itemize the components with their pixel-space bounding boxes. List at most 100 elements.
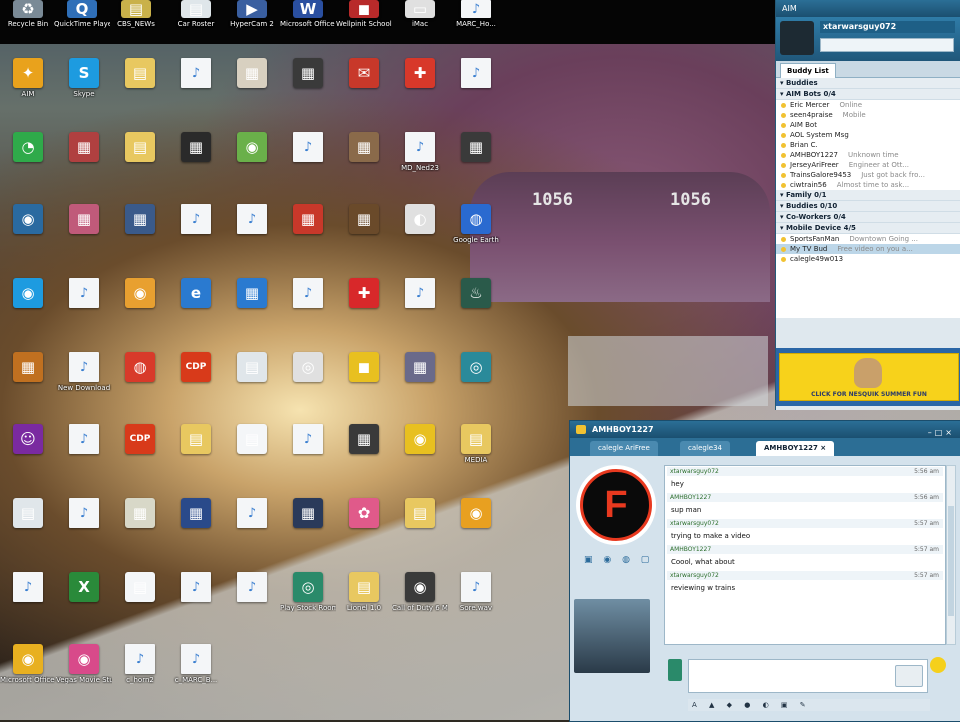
tab-other[interactable]: [834, 63, 846, 77]
chat-tab-2[interactable]: calegle34: [680, 441, 730, 456]
buddy-group[interactable]: ▾ AIM Bots 0/4: [776, 89, 960, 100]
desktop-icon[interactable]: ◍ Google Earth: [448, 204, 504, 244]
buddy-group[interactable]: ▾ Co-Workers 0/4: [776, 212, 960, 223]
chat-tab-active[interactable]: AMHBOY1227 ×: [756, 441, 835, 456]
desktop-icon[interactable]: ♪: [280, 424, 336, 456]
desktop-icon[interactable]: ◍: [112, 352, 168, 384]
desktop-icon[interactable]: ♪ c_horn2: [112, 644, 168, 684]
desktop-icon[interactable]: ◐: [392, 204, 448, 236]
desktop-icon[interactable]: ▦: [0, 352, 56, 384]
desktop-icon[interactable]: ▦: [56, 132, 112, 164]
desktop-icon[interactable]: ♪: [0, 572, 56, 604]
buddy-item[interactable]: AMHBOY1227 Unknown time: [776, 150, 960, 160]
desktop-icon[interactable]: ▦: [392, 352, 448, 384]
desktop-icon[interactable]: ♪: [392, 278, 448, 310]
desktop-icon[interactable]: ◉: [392, 424, 448, 456]
desktop-icon[interactable]: X: [56, 572, 112, 604]
desktop-icon[interactable]: ♨: [448, 278, 504, 310]
desktop-icon[interactable]: ▤: [112, 58, 168, 90]
desktop-icon[interactable]: ♪: [168, 572, 224, 604]
desktop-icon[interactable]: ▤ Lionel 1.0: [336, 572, 392, 612]
desktop-icon[interactable]: ▤: [224, 424, 280, 456]
desktop-icon[interactable]: ◉: [0, 204, 56, 236]
desktop-icon[interactable]: ▤: [224, 352, 280, 384]
desktop-icon[interactable]: ▦: [168, 498, 224, 530]
desktop-icon[interactable]: ♪ Sore.wav: [448, 572, 504, 612]
desktop-icon[interactable]: ▦: [280, 204, 336, 236]
desktop-icon[interactable]: ▦: [224, 278, 280, 310]
buddy-item[interactable]: calegle49w013: [776, 254, 960, 264]
buddy-item[interactable]: My TV Bud Free video on you a...: [776, 244, 960, 254]
desktop-icon[interactable]: ♪: [168, 204, 224, 236]
desktop-icon[interactable]: ▦: [112, 204, 168, 236]
buddy-icon[interactable]: F: [576, 465, 656, 545]
buddy-item[interactable]: JerseyAriFreer Engineer at Ott...: [776, 160, 960, 170]
format-toolbar[interactable]: A ▲ ◆ ● ◐ ▣ ✎: [688, 699, 930, 711]
desktop-icon[interactable]: ◉: [0, 278, 56, 310]
desktop-icon[interactable]: ◎: [448, 352, 504, 384]
desktop-icon[interactable]: ✚: [392, 58, 448, 90]
buddy-item[interactable]: Brian C.: [776, 140, 960, 150]
desktop-icon[interactable]: ◎ Play Stock Room &...: [280, 572, 336, 612]
desktop-icon[interactable]: ▦: [448, 132, 504, 164]
desktop-icon[interactable]: ♪: [168, 58, 224, 90]
desktop-icon[interactable]: ♪: [224, 498, 280, 530]
desktop-icon[interactable]: ◉: [224, 132, 280, 164]
my-buddy-icon[interactable]: [574, 599, 650, 673]
advertisement-banner[interactable]: CLICK FOR NESQUIK SUMMER FUN: [776, 348, 960, 406]
send-button[interactable]: [895, 665, 923, 687]
desktop-icon[interactable]: ◼: [336, 352, 392, 384]
buddy-item[interactable]: ciwtrain56 Almost time to ask...: [776, 180, 960, 190]
desktop-icon[interactable]: ♪ MARC_Ho...: [448, 0, 504, 28]
chat-tab-1[interactable]: calegle AriFree: [590, 441, 658, 456]
desktop-icon[interactable]: ✚: [336, 278, 392, 310]
desktop-icon[interactable]: ▦: [280, 58, 336, 90]
message-input[interactable]: [688, 659, 928, 693]
desktop-icon[interactable]: ◉: [448, 498, 504, 530]
buddy-item[interactable]: AOL System Msg: [776, 130, 960, 140]
desktop-icon[interactable]: ♪: [448, 58, 504, 90]
desktop-icon[interactable]: ▤ Car Roster: [168, 0, 224, 28]
desktop-icon[interactable]: ♪: [56, 424, 112, 456]
desktop-icon[interactable]: ▦: [336, 204, 392, 236]
transcript-scrollbar[interactable]: [946, 465, 956, 645]
desktop-icon[interactable]: ▤: [392, 498, 448, 530]
desktop-icon[interactable]: ♪: [280, 278, 336, 310]
buddy-group[interactable]: ▾ Buddies: [776, 78, 960, 89]
desktop-icon[interactable]: CDP: [112, 424, 168, 456]
desktop-icon[interactable]: ◉ Call of Duty 6 Mo...: [392, 572, 448, 612]
desktop-icon[interactable]: ✦ AIM: [0, 58, 56, 98]
buddy-list-titlebar[interactable]: AIM: [776, 0, 960, 17]
desktop-icon[interactable]: ▤: [0, 498, 56, 530]
buddy-item[interactable]: Eric Mercer Online: [776, 100, 960, 110]
smiley-icon[interactable]: [930, 657, 946, 673]
desktop-icon[interactable]: ♪: [224, 204, 280, 236]
screen-name[interactable]: xtarwarsguy072: [820, 21, 955, 33]
desktop-icon[interactable]: CDP: [168, 352, 224, 384]
desktop-icon[interactable]: ▤ CBS_NEWs: [108, 0, 164, 28]
desktop-icon[interactable]: ♪ c_MARC_B...: [168, 644, 224, 684]
desktop-icon[interactable]: ♪: [56, 498, 112, 530]
buddy-item[interactable]: AIM Bot: [776, 120, 960, 130]
buddy-group[interactable]: ▾ Buddies 0/10: [776, 201, 960, 212]
desktop-icon[interactable]: ◉: [112, 278, 168, 310]
desktop-icon[interactable]: ▦: [56, 204, 112, 236]
buddy-group[interactable]: ▾ Mobile Device 4/5: [776, 223, 960, 234]
desktop-icon[interactable]: ▤: [168, 424, 224, 456]
status-message-field[interactable]: [820, 38, 954, 52]
desktop-icon[interactable]: ◔: [0, 132, 56, 164]
desktop-icon[interactable]: ♪: [280, 132, 336, 164]
desktop-icon[interactable]: ▤: [112, 132, 168, 164]
desktop-icon[interactable]: ▦: [280, 498, 336, 530]
buddy-item[interactable]: seen4praise Mobile: [776, 110, 960, 120]
chat-tools-icons[interactable]: ▣ ◉ ◍ ▢: [584, 555, 660, 565]
buddy-group[interactable]: ▾ Family 0/1: [776, 190, 960, 201]
desktop-icon[interactable]: ▦: [224, 58, 280, 90]
desktop-icon[interactable]: ♪: [56, 278, 112, 310]
desktop-icon[interactable]: e: [168, 278, 224, 310]
tab-buddy-list[interactable]: Buddy List: [780, 63, 836, 78]
desktop-icon[interactable]: ♪ New Download: [56, 352, 112, 392]
buddy-item[interactable]: TrainsGalore9453 Just got back fro...: [776, 170, 960, 180]
desktop-icon[interactable]: Q QuickTime Player: [54, 0, 110, 28]
chat-titlebar[interactable]: AMHBOY1227 –□×: [570, 421, 960, 438]
